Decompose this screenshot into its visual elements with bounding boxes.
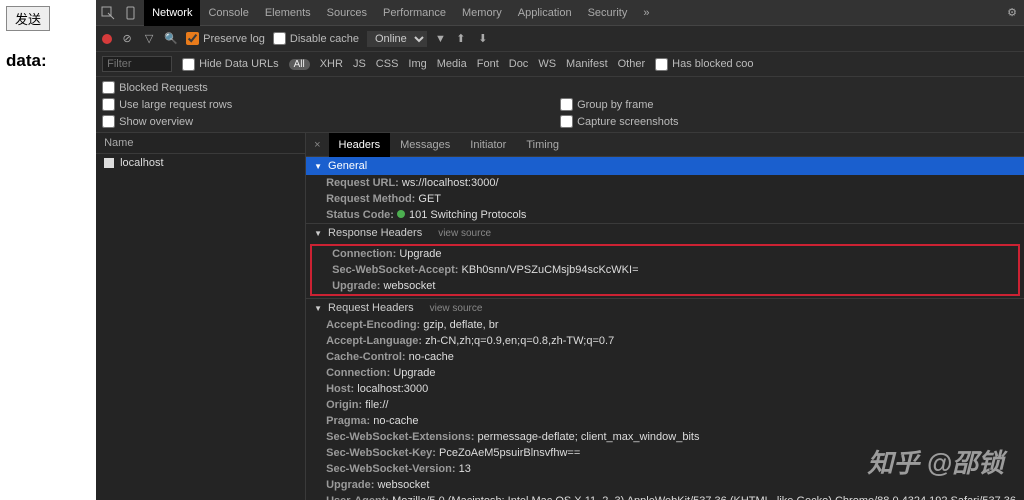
disable-cache-checkbox[interactable]: Disable cache [273,32,359,45]
tab-network[interactable]: Network [144,0,200,26]
detail-tab-messages[interactable]: Messages [390,133,460,157]
detail-tab-headers[interactable]: Headers [329,133,391,157]
header-row: Cache-Control: no-cache [306,349,1024,365]
header-row: User-Agent: Mozilla/5.0 (Macintosh; Inte… [306,493,1024,500]
filter-img[interactable]: Img [408,58,426,70]
tab-sources[interactable]: Sources [319,0,375,26]
header-row: Connection: Upgrade [306,365,1024,381]
header-row: Sec-WebSocket-Version: 13 [306,461,1024,477]
header-row: Accept-Encoding: gzip, deflate, br [306,317,1024,333]
header-row: Request Method: GET [306,191,1024,207]
header-row: Request URL: ws://localhost:3000/ [306,175,1024,191]
section-request-headers[interactable]: Request Headersview source [306,298,1024,317]
filter-input[interactable] [102,56,172,72]
section-response-headers[interactable]: Response Headersview source [306,223,1024,242]
capture-screenshots-checkbox[interactable]: Capture screenshots [560,113,1018,130]
devtools-tabbar: Network ConsoleElementsSourcesPerformanc… [96,0,1024,26]
tab-performance[interactable]: Performance [375,0,454,26]
large-rows-checkbox[interactable]: Use large request rows [102,96,560,113]
download-icon[interactable]: ⬇ [476,32,490,46]
filter-xhr[interactable]: XHR [320,58,343,70]
filter-manifest[interactable]: Manifest [566,58,608,70]
show-overview-checkbox[interactable]: Show overview [102,113,560,130]
filter-css[interactable]: CSS [376,58,399,70]
section-general[interactable]: General [306,157,1024,175]
data-label: data: [6,51,90,71]
tab-memory[interactable]: Memory [454,0,510,26]
request-list: Name localhost [96,133,306,500]
header-row: Upgrade: websocket [312,278,1018,294]
filter-icon[interactable]: ▽ [142,32,156,46]
filter-media[interactable]: Media [437,58,467,70]
detail-tab-timing[interactable]: Timing [516,133,569,157]
clear-icon[interactable]: ⊘ [120,32,134,46]
filter-other[interactable]: Other [618,58,646,70]
throttling-select[interactable]: Online [367,31,427,47]
header-row: Connection: Upgrade [312,246,1018,262]
header-row: Status Code: 101 Switching Protocols [306,207,1024,223]
request-detail: × HeadersMessagesInitiatorTiming General… [306,133,1024,500]
send-button[interactable]: 发送 [6,6,50,31]
upload-icon[interactable]: ⬆ [454,32,468,46]
hide-data-urls-checkbox[interactable]: Hide Data URLs [182,58,278,71]
filter-ws[interactable]: WS [538,58,556,70]
blocked-cookies-checkbox[interactable]: Has blocked coo [655,58,753,71]
preserve-log-checkbox[interactable]: Preserve log [186,32,265,45]
options-bar: Blocked Requests Use large request rows … [96,77,1024,133]
header-row: Sec-WebSocket-Extensions: permessage-def… [306,429,1024,445]
search-icon[interactable]: 🔍 [164,32,178,46]
filter-doc[interactable]: Doc [509,58,529,70]
devtools-panel: Network ConsoleElementsSourcesPerformanc… [96,0,1024,500]
filter-all[interactable]: All [289,59,310,70]
column-header-name[interactable]: Name [96,133,305,154]
tab-application[interactable]: Application [510,0,580,26]
network-toolbar: ⊘ ▽ 🔍 Preserve log Disable cache Online … [96,26,1024,52]
request-row[interactable]: localhost [96,154,305,172]
gear-icon[interactable]: ⚙ [1004,5,1020,21]
close-icon[interactable]: × [306,139,328,151]
tab-more[interactable]: » [635,0,657,26]
request-type-icon [104,158,114,168]
header-row: Pragma: no-cache [306,413,1024,429]
header-row: Sec-WebSocket-Accept: KBh0snn/VPSZuCMsjb… [312,262,1018,278]
filter-bar: Hide Data URLs All XHR JS CSS Img Media … [96,52,1024,77]
device-icon[interactable] [124,5,140,21]
header-row: Sec-WebSocket-Key: PceZoAeM5psuirBlnsvfh… [306,445,1024,461]
tab-security[interactable]: Security [580,0,636,26]
inspect-icon[interactable] [100,5,116,21]
filter-js[interactable]: JS [353,58,366,70]
header-row: Origin: file:// [306,397,1024,413]
tab-elements[interactable]: Elements [257,0,319,26]
highlighted-response-headers: Connection: UpgradeSec-WebSocket-Accept:… [310,244,1020,296]
header-row: Upgrade: websocket [306,477,1024,493]
chevron-down-icon[interactable]: ▼ [435,33,446,45]
detail-tab-initiator[interactable]: Initiator [460,133,516,157]
blocked-requests-checkbox[interactable]: Blocked Requests [102,79,560,96]
view-source-link[interactable]: view source [430,303,483,314]
tab-console[interactable]: Console [200,0,256,26]
record-icon[interactable] [102,34,112,44]
group-by-frame-checkbox[interactable]: Group by frame [560,96,1018,113]
header-row: Host: localhost:3000 [306,381,1024,397]
filter-font[interactable]: Font [477,58,499,70]
view-source-link[interactable]: view source [438,228,491,239]
header-row: Accept-Language: zh-CN,zh;q=0.9,en;q=0.8… [306,333,1024,349]
